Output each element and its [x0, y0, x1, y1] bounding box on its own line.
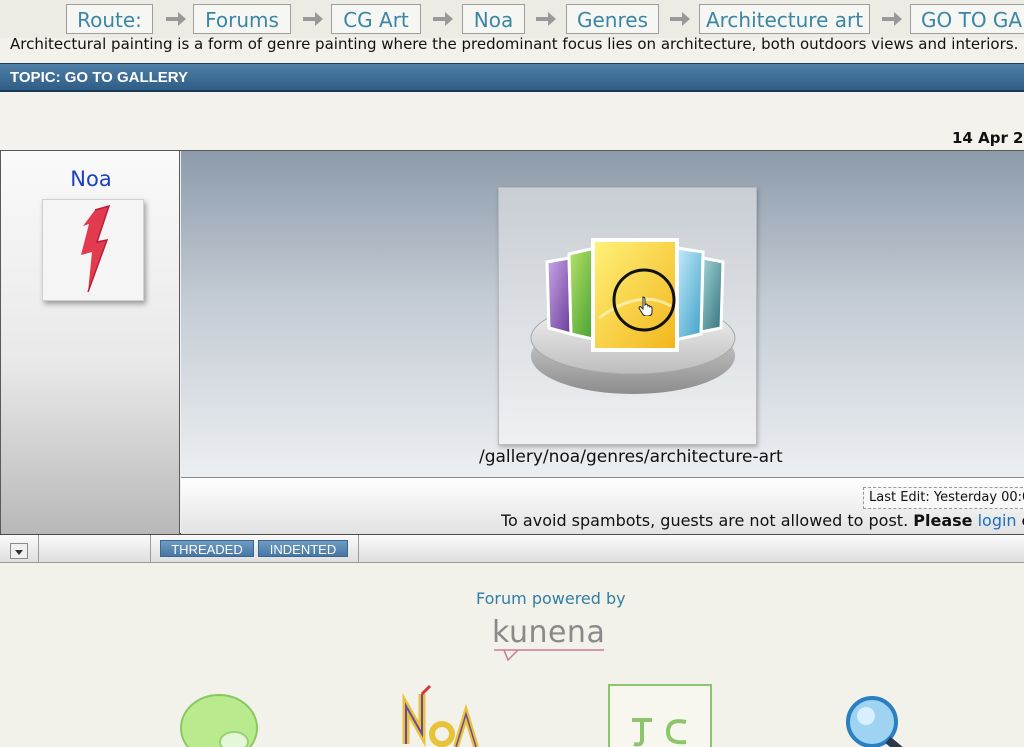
author-name-link[interactable]: Noa — [1, 167, 181, 191]
post: Noa /gallery/noa/genres/architecture-art… — [0, 150, 1024, 535]
toolbar-divider — [150, 535, 151, 562]
threaded-view-button[interactable]: THREADED — [160, 540, 254, 557]
arrow-right-icon — [166, 12, 186, 26]
breadcrumb-item-cg-art[interactable]: CG Art — [331, 4, 421, 34]
post-footer: Last Edit: Yesterday 00:0 To avoid spamb… — [181, 477, 1024, 534]
kunena-logo: kunena — [492, 615, 605, 662]
lightning-avatar-icon — [81, 204, 111, 293]
last-edit-info: Last Edit: Yesterday 00:0 — [863, 487, 1024, 509]
breadcrumb-item-genres[interactable]: Genres — [566, 4, 659, 34]
login-link[interactable]: login — [978, 511, 1017, 530]
breadcrumb-item-architecture-art[interactable]: Architecture art — [699, 4, 870, 34]
guest-notice: To avoid spambots, guests are not allowe… — [501, 511, 1024, 530]
arrow-right-icon — [303, 12, 323, 26]
guest-notice-please: Please — [913, 511, 973, 530]
breadcrumb-item-noa[interactable]: Noa — [462, 4, 525, 34]
kunena-logo-link[interactable]: kunena — [492, 612, 610, 664]
gallery-icon — [530, 238, 736, 394]
arrow-right-icon — [536, 12, 556, 26]
toolbar-divider — [38, 535, 39, 562]
arrow-right-icon — [670, 12, 690, 26]
topic-subbar — [0, 92, 1024, 127]
post-author-column: Noa — [0, 151, 180, 534]
hand-cursor-icon — [638, 296, 653, 316]
category-description: Architectural painting is a form of genr… — [10, 35, 1019, 53]
breadcrumb-item-go-to-gallery[interactable]: GO TO GALLERY — [910, 4, 1024, 34]
toolbar-divider — [358, 535, 359, 562]
magnifier-icon[interactable] — [838, 684, 908, 747]
breadcrumb-item-forums[interactable]: Forums — [193, 4, 291, 34]
topic-title: TOPIC: GO TO GALLERY — [10, 69, 189, 86]
post-date: 14 Apr 20 — [952, 129, 1024, 147]
gallery-image-link[interactable] — [498, 187, 757, 445]
guest-notice-text: To avoid spambots, guests are not allowe… — [501, 511, 909, 530]
post-content: /gallery/noa/genres/architecture-art — [181, 151, 1024, 477]
breadcrumb: Route: Forums CG Art Noa Genres Architec… — [0, 0, 1024, 38]
kunena-logo-text: kunena — [492, 615, 605, 650]
breadcrumb-route-label: Route: — [66, 4, 153, 34]
avatar[interactable] — [42, 199, 144, 301]
post-date-row: 14 Apr 20 — [0, 126, 1024, 150]
arrow-right-icon — [433, 12, 453, 26]
noa-logo-icon[interactable] — [400, 684, 482, 747]
chat-bubble-icon[interactable] — [178, 684, 260, 747]
indented-view-button[interactable]: INDENTED — [258, 540, 348, 557]
topic-toolbar: THREADED INDENTED — [0, 535, 1024, 563]
arrow-right-icon — [882, 12, 902, 26]
powered-by-text: Forum powered by — [476, 589, 626, 608]
topic-header: TOPIC: GO TO GALLERY — [0, 63, 1024, 92]
jc-logo-icon[interactable] — [608, 684, 712, 747]
collapse-button[interactable] — [10, 543, 28, 559]
collapse-icon — [15, 550, 23, 555]
gallery-path-link[interactable]: /gallery/noa/genres/architecture-art — [479, 447, 783, 467]
